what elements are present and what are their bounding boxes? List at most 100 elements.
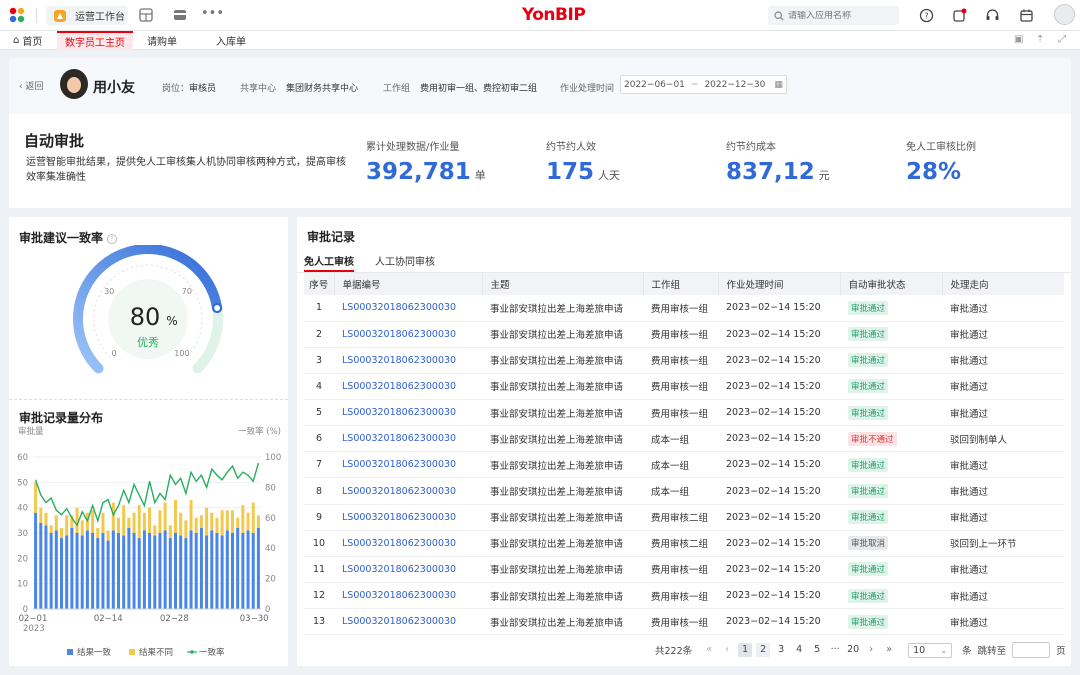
bar-different	[101, 512, 105, 533]
cell-code[interactable]: LS00032018062300030	[334, 399, 482, 427]
cell-group: 成本一组	[643, 425, 718, 453]
tab-purchase-request-label: 请购单	[147, 37, 177, 48]
tab-purchase-request[interactable]: 请购单	[147, 31, 177, 50]
table-row[interactable]: 8 LS00032018062300030 事业部安琪拉出差上海差旅申请 成本一组 20…	[304, 477, 1064, 505]
bar-different	[241, 505, 245, 533]
bar-consistent	[230, 533, 235, 609]
legend-swatch	[67, 649, 73, 655]
page-number[interactable]: 20	[846, 643, 860, 657]
calculator-icon[interactable]	[139, 8, 153, 22]
cell-code[interactable]: LS00032018062300030	[334, 373, 482, 401]
calendar-icon[interactable]	[1019, 8, 1034, 23]
notification-icon[interactable]	[952, 8, 967, 23]
table-row[interactable]: 7 LS00032018062300030 事业部安琪拉出差上海差旅申请 成本一组 20…	[304, 451, 1064, 479]
tab-stock-in[interactable]: 入库单	[216, 31, 246, 50]
table-row[interactable]: 2 LS00032018062300030 事业部安琪拉出差上海差旅申请 费用审核一组…	[304, 321, 1064, 348]
last-page-icon[interactable]: »	[882, 643, 896, 657]
bar-consistent	[101, 533, 105, 609]
cell-code[interactable]: LS00032018062300030	[334, 556, 482, 584]
cell-code[interactable]: LS00032018062300030	[334, 425, 482, 453]
next-page-icon[interactable]: ›	[864, 643, 878, 657]
cell-flow: 审批通过	[942, 373, 1064, 401]
help-icon[interactable]: ?	[919, 8, 934, 23]
table-row[interactable]: 3 LS00032018062300030 事业部安琪拉出差上海差旅申请 费用审核一组…	[304, 347, 1064, 374]
cell-code[interactable]: LS00032018062300030	[334, 321, 482, 348]
bar-consistent	[173, 533, 178, 609]
page-number[interactable]: 1	[738, 643, 753, 657]
cell-time: 2023−02−14 15:20	[718, 399, 840, 427]
bar-consistent	[111, 530, 115, 609]
cell-index: 7	[304, 451, 334, 479]
cell-code[interactable]: LS00032018062300030	[334, 451, 482, 479]
cell-code[interactable]: LS00032018062300030	[334, 504, 482, 531]
pagination: 共222条 « ‹ 1 2 3 4 5 ··· 20 › » 10 ⌄ 条 跳转至 页	[655, 642, 1066, 658]
cell-status: 审批通过	[840, 295, 942, 322]
search-box[interactable]	[768, 6, 899, 25]
cell-status: 审批通过	[840, 582, 942, 610]
table-row[interactable]: 5 LS00032018062300030 事业部安琪拉出差上海差旅申请 费用审核一组…	[304, 399, 1064, 427]
records-table: 序号 单据编号 主题 工作组 作业处理时间 自动审批状态 处理走向 1 LS000…	[304, 273, 1064, 636]
page-number[interactable]: 2	[756, 643, 771, 657]
cell-flow: 驳回到上一环节	[942, 530, 1064, 557]
page-number[interactable]: 3	[774, 643, 788, 657]
legend-label: 一致率	[199, 647, 225, 658]
cell-code[interactable]: LS00032018062300030	[334, 608, 482, 636]
headset-icon[interactable]	[985, 8, 1000, 23]
wallet-icon[interactable]	[173, 8, 187, 22]
cell-code[interactable]: LS00032018062300030	[334, 582, 482, 610]
bar-different	[158, 510, 162, 533]
page-size-select[interactable]: 10 ⌄	[908, 642, 953, 658]
tab-home[interactable]: ⌂ 首页	[13, 31, 42, 50]
table-row[interactable]: 12 LS00032018062300030 事业部安琪拉出差上海差旅申请 费用审核一…	[304, 582, 1064, 610]
bar-consistent	[199, 527, 203, 609]
page-number[interactable]: 4	[792, 643, 806, 657]
back-button[interactable]: ‹ 返回	[19, 79, 43, 92]
bar-consistent	[49, 533, 53, 609]
bar-different	[220, 510, 224, 536]
page-number[interactable]: 5	[810, 643, 824, 657]
table-row[interactable]: 9 LS00032018062300030 事业部安琪拉出差上海差旅申请 费用审核二组…	[304, 504, 1064, 531]
cell-subject: 事业部安琪拉出差上海差旅申请	[482, 425, 643, 453]
group-value: 费用初审一组、费控初审二组	[420, 84, 538, 94]
page-tabs: ⌂ 首页 数字员工主页 请购单 入库单 ▣ ⇡ ⤢	[0, 31, 1080, 50]
app-grid-icon[interactable]	[9, 7, 25, 23]
tab-digital-employee[interactable]: 数字员工主页	[57, 31, 133, 50]
subtab-auto[interactable]: 免人工审核	[304, 253, 354, 268]
y-axis-label: 审批量	[18, 426, 44, 437]
table-row[interactable]: 6 LS00032018062300030 事业部安琪拉出差上海差旅申请 成本一组 20…	[304, 425, 1064, 453]
first-page-icon[interactable]: «	[702, 643, 716, 657]
cell-group: 费用审核一组	[643, 347, 718, 374]
user-avatar[interactable]	[1054, 4, 1075, 25]
table-row[interactable]: 13 LS00032018062300030 事业部安琪拉出差上海差旅申请 费用审核一…	[304, 608, 1064, 636]
cell-group: 成本一组	[643, 477, 718, 505]
subtab-manual[interactable]: 人工协同审核	[375, 253, 435, 268]
search-input[interactable]	[788, 10, 888, 21]
col-status: 自动审批状态	[839, 273, 942, 295]
bar-consistent	[220, 535, 224, 609]
cell-code[interactable]: LS00032018062300030	[334, 295, 482, 322]
date-range-picker[interactable]: 2022−06−01 ~ 2022−12−30 ▦	[620, 75, 787, 94]
expand-icon[interactable]: ⤢	[1058, 34, 1070, 46]
page-ellipsis[interactable]: ···	[828, 643, 842, 657]
prev-page-icon[interactable]: ‹	[720, 643, 734, 657]
jump-input[interactable]	[1012, 642, 1051, 658]
bar-consistent	[179, 535, 183, 609]
table-row[interactable]: 10 LS00032018062300030 事业部安琪拉出差上海差旅申请 费用审核二…	[304, 530, 1064, 557]
table-row[interactable]: 1 LS00032018062300030 事业部安琪拉出差上海差旅申请 费用审核一组…	[304, 295, 1064, 322]
more-icon[interactable]: •••	[201, 6, 224, 21]
consistency-line	[34, 462, 260, 527]
workspace-tab[interactable]: ▲ 运营工作台	[46, 6, 128, 25]
table-row[interactable]: 11 LS00032018062300030 事业部安琪拉出差上海差旅申请 费用审核一…	[304, 556, 1064, 584]
cell-code[interactable]: LS00032018062300030	[334, 477, 482, 505]
date-to: 2022−12−30	[704, 79, 766, 90]
bar-consistent	[34, 512, 38, 609]
table-row[interactable]: 4 LS00032018062300030 事业部安琪拉出差上海差旅申请 费用审核一组…	[304, 373, 1064, 401]
cell-code[interactable]: LS00032018062300030	[334, 530, 482, 557]
cell-group: 费用审核一组	[643, 321, 718, 348]
cell-code[interactable]: LS00032018062300030	[334, 347, 482, 374]
help-icon[interactable]: ?	[107, 234, 118, 244]
layout-icon[interactable]: ▣	[1014, 34, 1026, 46]
bar-consistent	[168, 538, 172, 609]
bar-consistent	[246, 530, 250, 609]
upload-icon[interactable]: ⇡	[1036, 34, 1048, 46]
